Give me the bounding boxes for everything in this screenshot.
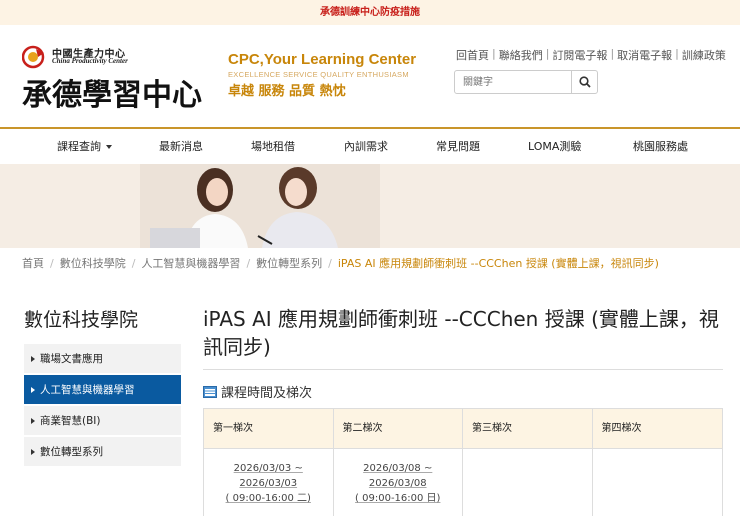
slogan-subtitle: EXCELLENCE SERVICE QUALITY ENTHUSIASM bbox=[228, 70, 409, 79]
calendar-icon bbox=[203, 385, 217, 398]
table-header-row: 第一梯次 第二梯次 第三梯次 第四梯次 bbox=[204, 409, 722, 449]
link-contact[interactable]: 聯絡我們 bbox=[496, 47, 546, 63]
batch-1-dates[interactable]: 2026/03/03 ~ 2026/03/03 ( 09:00-16:00 二) bbox=[204, 449, 334, 516]
link-training-policy[interactable]: 訓練政策 bbox=[679, 47, 729, 63]
batch-date-start: 2026/03/03 ~ bbox=[233, 463, 303, 474]
nav-inhouse-training[interactable]: 內訓需求 bbox=[344, 129, 388, 164]
breadcrumb-separator: / bbox=[246, 257, 251, 270]
sidebar-item-label: 人工智慧與機器學習 bbox=[40, 384, 135, 396]
sidebar-item-label: 數位轉型系列 bbox=[40, 446, 103, 458]
sidebar: 數位科技學院 職場文書應用 人工智慧與機器學習 商業智慧(BI) 數位轉型系列 bbox=[24, 305, 181, 468]
triangle-right-icon bbox=[31, 356, 35, 362]
sidebar-item-digital-transformation[interactable]: 數位轉型系列 bbox=[24, 437, 181, 468]
breadcrumb-digital-transformation[interactable]: 數位轉型系列 bbox=[256, 257, 322, 270]
cpc-logo-icon bbox=[22, 45, 45, 69]
announcement-bar: 承德訓練中心防疫措施 bbox=[0, 0, 740, 25]
slogan-title: CPC,Your Learning Center bbox=[228, 51, 417, 68]
batch-2-dates[interactable]: 2026/03/08 ~ 2026/03/08 ( 09:00-16:00 日) bbox=[334, 449, 463, 516]
nav-faq[interactable]: 常見問題 bbox=[436, 129, 480, 164]
triangle-right-icon bbox=[31, 387, 35, 393]
search-box bbox=[454, 70, 598, 94]
slogan: CPC,Your Learning Center EXCELLENCE SERV… bbox=[228, 51, 416, 99]
sidebar-item-label: 商業智慧(BI) bbox=[40, 415, 101, 427]
breadcrumb-current: iPAS AI 應用規劃師衝刺班 --CCChen 授課 (實體上課，視訊同步) bbox=[337, 257, 659, 270]
batch-time: ( 09:00-16:00 二) bbox=[225, 493, 311, 504]
sidebar-item-office-docs[interactable]: 職場文書應用 bbox=[24, 344, 181, 375]
banner-image bbox=[0, 164, 740, 248]
link-subscribe[interactable]: 訂閱電子報 bbox=[549, 47, 610, 63]
nav-loma[interactable]: LOMA測驗 bbox=[528, 129, 581, 164]
link-home[interactable]: 回首頁 bbox=[453, 47, 492, 63]
batch-3-dates bbox=[463, 449, 593, 516]
nav-taoyuan-office[interactable]: 桃園服務處 bbox=[633, 129, 688, 164]
breadcrumb: 首頁 / 數位科技學院 / 人工智慧與機器學習 / 數位轉型系列 / iPAS AI 應用規劃師… bbox=[22, 255, 659, 271]
batch-date-start: 2026/03/08 ~ bbox=[363, 463, 433, 474]
triangle-right-icon bbox=[31, 418, 35, 424]
breadcrumb-digital-academy[interactable]: 數位科技學院 bbox=[60, 257, 126, 270]
schedule-table: 第一梯次 第二梯次 第三梯次 第四梯次 2026/03/03 ~ 2026/03… bbox=[203, 408, 723, 516]
nav-news[interactable]: 最新消息 bbox=[159, 129, 203, 164]
search-button[interactable] bbox=[571, 71, 597, 93]
nav-label: 課程查詢 bbox=[57, 140, 101, 153]
breadcrumb-separator: / bbox=[50, 257, 54, 270]
breadcrumb-separator: / bbox=[131, 257, 136, 270]
batch-date-end: 2026/03/08 bbox=[368, 478, 427, 489]
breadcrumb-ai-ml[interactable]: 人工智慧與機器學習 bbox=[141, 257, 240, 270]
site-header: 中國生產力中心 China Productivity Center 承德學習中心… bbox=[0, 25, 740, 128]
section-heading-label: 課程時間及梯次 bbox=[221, 386, 313, 401]
sidebar-title: 數位科技學院 bbox=[24, 309, 139, 331]
batch-date-end: 2026/03/03 bbox=[239, 478, 298, 489]
search-input[interactable] bbox=[455, 71, 571, 93]
batch-time: ( 09:00-16:00 日) bbox=[355, 493, 441, 504]
nav-course-search[interactable]: 課程查詢 bbox=[57, 129, 112, 164]
table-row: 2026/03/03 ~ 2026/03/03 ( 09:00-16:00 二)… bbox=[204, 449, 722, 516]
triangle-right-icon bbox=[31, 449, 35, 455]
caret-down-icon bbox=[106, 145, 112, 149]
sidebar-item-label: 職場文書應用 bbox=[40, 353, 103, 365]
sidebar-item-ai-ml[interactable]: 人工智慧與機器學習 bbox=[24, 375, 181, 406]
logo-main-title: 承德學習中心 bbox=[22, 78, 202, 113]
header-batch-4: 第四梯次 bbox=[592, 409, 722, 449]
breadcrumb-home[interactable]: 首頁 bbox=[22, 257, 44, 270]
link-unsubscribe[interactable]: 取消電子報 bbox=[614, 47, 675, 63]
breadcrumb-separator: / bbox=[328, 257, 332, 270]
nav-venue-rental[interactable]: 場地租借 bbox=[251, 129, 295, 164]
sidebar-item-bi[interactable]: 商業智慧(BI) bbox=[24, 406, 181, 437]
section-heading: 課程時間及梯次 bbox=[203, 382, 723, 401]
header-batch-2: 第二梯次 bbox=[333, 409, 463, 449]
logo-org-en: China Productivity Center bbox=[52, 57, 128, 65]
title-divider bbox=[203, 369, 723, 370]
top-links: 回首頁 | 聯絡我們 | 訂閱電子報 | 取消電子報 | 訓練政策 bbox=[453, 47, 729, 63]
course-title: iPAS AI 應用規劃師衝刺班 --CCChen 授課 (實體上課，視訊同步) bbox=[203, 307, 719, 359]
header-batch-3: 第三梯次 bbox=[463, 409, 593, 449]
banner-illustration bbox=[0, 164, 740, 248]
batch-4-dates bbox=[593, 449, 723, 516]
announcement-link[interactable]: 承德訓練中心防疫措施 bbox=[320, 7, 420, 18]
main-content: iPAS AI 應用規劃師衝刺班 --CCChen 授課 (實體上課，視訊同步)… bbox=[203, 305, 723, 401]
slogan-cn: 卓越 服務 品質 熱忱 bbox=[228, 84, 346, 99]
header-batch-1: 第一梯次 bbox=[204, 409, 334, 449]
main-nav: 課程查詢 最新消息 場地租借 內訓需求 常見問題 LOMA測驗 桃園服務處 bbox=[0, 129, 740, 164]
site-logo[interactable]: 中國生產力中心 China Productivity Center 承德學習中心 bbox=[22, 43, 212, 113]
search-icon bbox=[578, 76, 591, 88]
